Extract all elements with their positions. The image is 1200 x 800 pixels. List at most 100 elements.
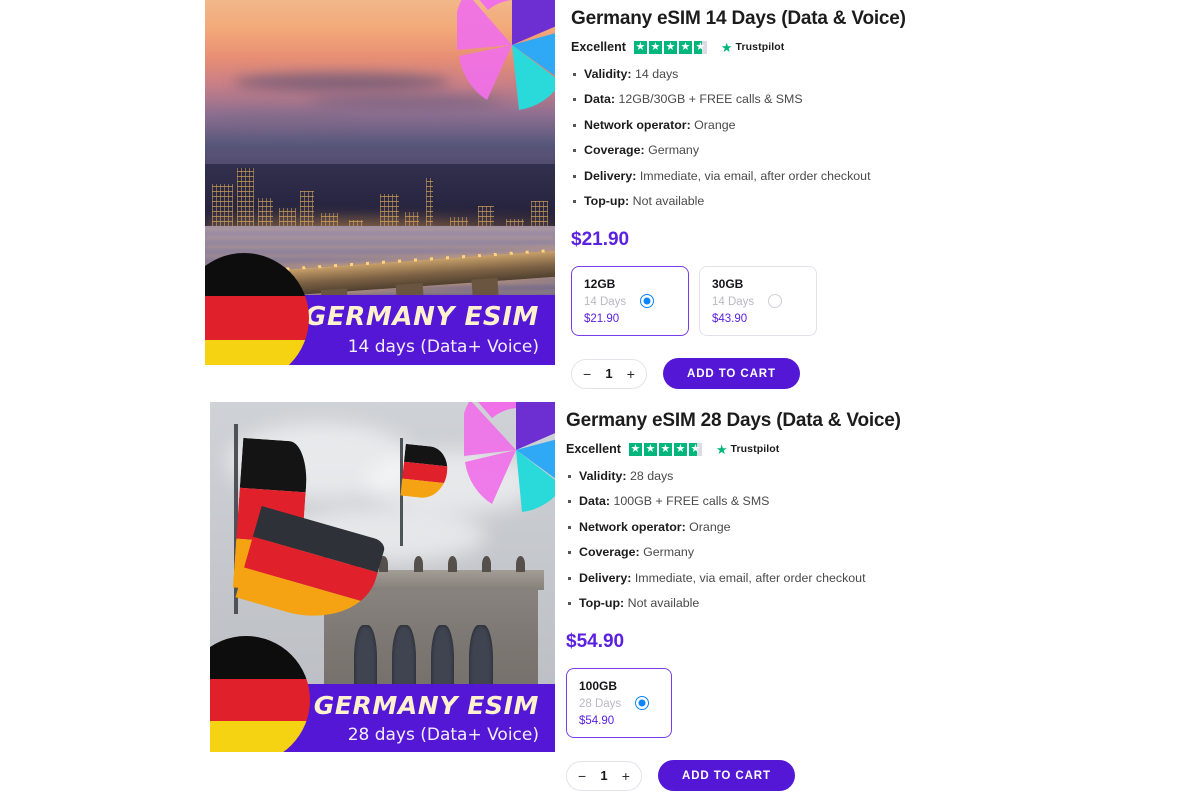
trustpilot-logo: ★ Trustpilot	[716, 443, 780, 456]
product-info: Germany eSIM 28 Days (Data & Voice) Exce…	[566, 402, 1186, 792]
variant-days: 28 Days	[579, 698, 622, 711]
product-price: $21.90	[571, 229, 630, 251]
product-image-germany-14-days[interactable]: GERMANY ESIM 14 days (Data+ Voice)	[205, 0, 555, 365]
spec-item: Data: 100GB + FREE calls & SMS	[566, 494, 1186, 509]
spec-label: Network operator:	[584, 117, 691, 132]
spec-value: 14 days	[634, 67, 679, 81]
quantity-stepper[interactable]: − 1 +	[571, 358, 647, 389]
product-price: $54.90	[566, 631, 625, 653]
product-image-germany-28-days[interactable]: GERMANY ESIM 28 days (Data+ Voice)	[210, 402, 555, 752]
spec-value: Not available	[627, 596, 700, 611]
star-icon-partial: ★	[693, 40, 707, 54]
quantity-value: 1	[600, 768, 608, 784]
spec-label: Top-up:	[584, 194, 630, 209]
banner-subtitle: 28 days (Data+ Voice)	[347, 724, 539, 745]
trustpilot-name: Trustpilot	[730, 443, 780, 455]
variant-size: 12GB	[584, 277, 616, 292]
variant-price: $21.90	[584, 313, 620, 326]
product-info: Germany eSIM 14 Days (Data & Voice) Exce…	[571, 0, 1191, 390]
spec-label: Data:	[584, 92, 615, 107]
variant-option-30gb[interactable]: 30GB 14 Days $43.90	[699, 266, 817, 337]
trustpilot-star-icon: ★	[720, 39, 733, 55]
variant-price: $54.90	[579, 715, 615, 728]
trustpilot-rating[interactable]: Excellent ★ ★ ★ ★ ★ ★ Trustpilot	[571, 40, 1191, 54]
spec-item: Network operator: Orange	[566, 521, 1186, 533]
product-list-page: GERMANY ESIM 14 days (Data+ Voice) Germa…	[0, 0, 1200, 800]
star-icon: ★	[658, 442, 672, 456]
spec-item: Coverage: Germany	[566, 546, 1186, 558]
spec-value: 100GB + FREE calls & SMS	[613, 494, 770, 509]
spec-label: Network operator:	[579, 519, 686, 534]
trustpilot-logo: ★ Trustpilot	[721, 41, 785, 54]
spec-item: Top-up: Not available	[566, 597, 1186, 609]
star-icon: ★	[633, 40, 647, 54]
spec-item: Delivery: Immediate, via email, after or…	[566, 570, 1186, 585]
variant-selector: 100GB 28 Days $54.90	[566, 668, 1186, 739]
quantity-value: 1	[605, 366, 613, 382]
variant-size: 30GB	[712, 277, 744, 292]
increment-button[interactable]: +	[627, 367, 635, 381]
spec-item: Validity: 28 days	[566, 470, 1186, 482]
spec-list: Validity: 28 days Data: 100GB + FREE cal…	[566, 470, 1186, 609]
star-icon: ★	[648, 40, 662, 54]
variant-radio-selected[interactable]	[635, 696, 650, 711]
spec-item: Top-up: Not available	[571, 195, 1191, 207]
star-icon-partial: ★	[688, 442, 702, 456]
trustpilot-rating[interactable]: Excellent ★ ★ ★ ★ ★ ★ Trustpilot	[566, 442, 1186, 456]
spec-label: Delivery:	[579, 570, 632, 585]
spec-item: Network operator: Orange	[571, 119, 1191, 131]
quantity-stepper[interactable]: − 1 +	[566, 760, 642, 791]
spec-value: Germany	[643, 545, 695, 560]
increment-button[interactable]: +	[622, 769, 630, 783]
variant-size: 100GB	[579, 679, 618, 694]
banner-title: GERMANY ESIM	[305, 302, 539, 332]
cloud	[365, 451, 538, 514]
spec-label: Validity:	[584, 67, 632, 81]
spec-value: Immediate, via email, after order checko…	[634, 570, 866, 585]
banner-title: GERMANY ESIM	[313, 690, 539, 720]
variant-option-100gb[interactable]: 100GB 28 Days $54.90	[566, 668, 672, 739]
spec-value: Orange	[689, 519, 731, 534]
add-to-cart-button[interactable]: ADD TO CART	[658, 760, 795, 792]
variant-days: 14 Days	[712, 296, 755, 309]
spec-label: Data:	[579, 494, 610, 509]
variant-days: 14 Days	[584, 296, 627, 309]
star-icon: ★	[663, 40, 677, 54]
german-flag-circle-icon	[205, 253, 309, 365]
product-title: Germany eSIM 28 Days (Data & Voice)	[566, 410, 901, 431]
decrement-button[interactable]: −	[583, 367, 591, 381]
star-icon: ★	[673, 442, 687, 456]
spec-value: Immediate, via email, after order checko…	[639, 168, 871, 183]
variant-option-12gb[interactable]: 12GB 14 Days $21.90	[571, 266, 689, 337]
spec-item: Validity: 14 days	[571, 68, 1191, 80]
spec-item: Data: 12GB/30GB + FREE calls & SMS	[571, 92, 1191, 107]
rating-stars: ★ ★ ★ ★ ★	[628, 442, 702, 456]
variant-radio[interactable]	[768, 294, 783, 309]
spec-value: Orange	[694, 117, 736, 132]
spec-label: Top-up:	[579, 596, 625, 611]
variant-radio-selected[interactable]	[640, 294, 655, 309]
star-icon: ★	[643, 442, 657, 456]
spec-label: Validity:	[579, 469, 627, 483]
trustpilot-star-icon: ★	[715, 441, 728, 457]
decrement-button[interactable]: −	[578, 769, 586, 783]
spec-value: Not available	[632, 194, 705, 209]
spec-item: Delivery: Immediate, via email, after or…	[571, 168, 1191, 183]
spec-value: 12GB/30GB + FREE calls & SMS	[618, 92, 803, 107]
spec-label: Coverage:	[579, 545, 640, 560]
spec-list: Validity: 14 days Data: 12GB/30GB + FREE…	[571, 68, 1191, 207]
variant-price: $43.90	[712, 313, 748, 326]
product-media: GERMANY ESIM 14 days (Data+ Voice)	[205, 0, 555, 389]
product-media: GERMANY ESIM 28 days (Data+ Voice)	[210, 402, 555, 791]
product-actions: − 1 + ADD TO CART	[571, 358, 1191, 390]
star-icon: ★	[678, 40, 692, 54]
star-icon: ★	[628, 442, 642, 456]
german-flag-small	[400, 443, 450, 501]
spec-value: 28 days	[629, 469, 674, 483]
rating-stars: ★ ★ ★ ★ ★	[633, 40, 707, 54]
spec-item: Coverage: Germany	[571, 144, 1191, 156]
spec-label: Coverage:	[584, 143, 645, 158]
variant-selector: 12GB 14 Days $21.90 30GB 14 Days $43.90	[571, 266, 1191, 337]
add-to-cart-button[interactable]: ADD TO CART	[663, 358, 800, 390]
product-actions: − 1 + ADD TO CART	[566, 760, 1186, 792]
